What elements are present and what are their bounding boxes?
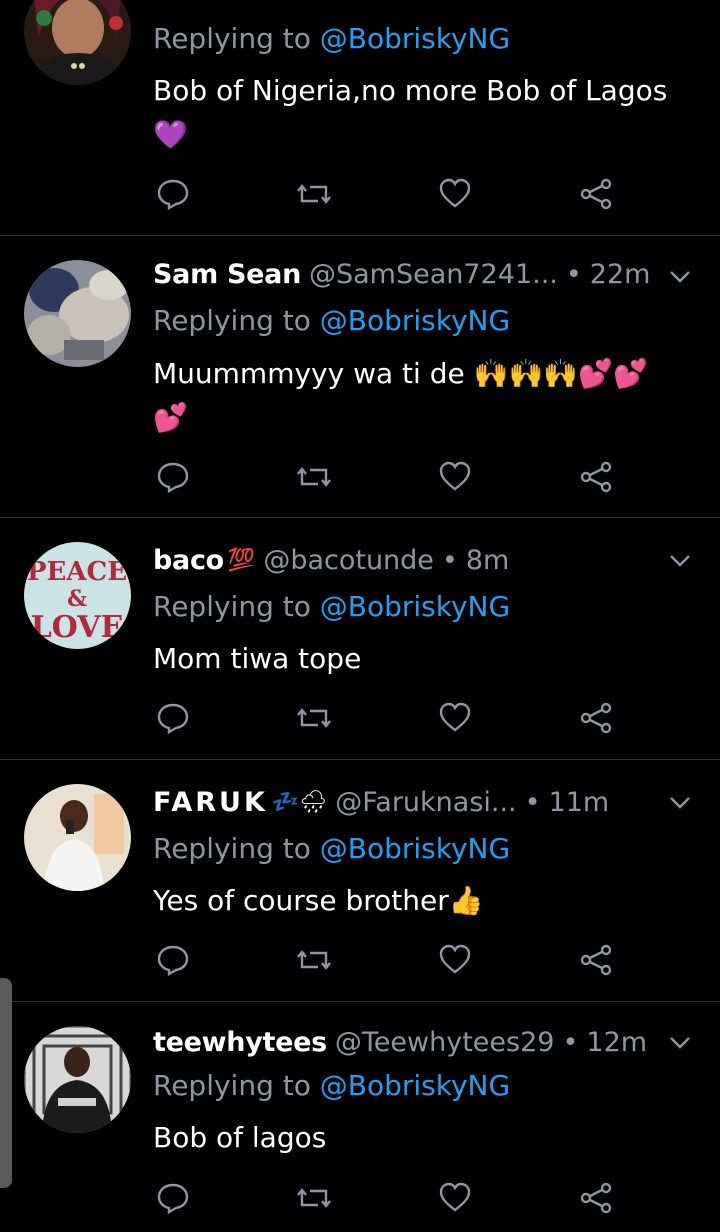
separator-dot: • [441, 544, 458, 576]
reply-icon[interactable] [153, 698, 193, 738]
share-icon[interactable] [576, 1178, 616, 1218]
tweet-actions [153, 940, 623, 980]
tweet-actions [153, 1178, 623, 1218]
timestamp[interactable]: 11m [549, 787, 610, 818]
timestamp[interactable]: 22m [590, 259, 651, 290]
replying-to: Replying to @BobriskyNG [153, 304, 511, 337]
separator-dot: • [565, 258, 582, 290]
name-emoji: 💯 [227, 547, 256, 573]
avatar[interactable] [24, 784, 131, 891]
tweet-actions [153, 174, 623, 214]
share-icon[interactable] [576, 457, 616, 497]
reply-icon[interactable] [153, 1178, 193, 1218]
tweet-text: Bob of lagos [153, 1121, 327, 1154]
display-name[interactable]: baco [153, 545, 224, 576]
separator-dot: • [524, 786, 541, 818]
handle[interactable]: @Faruknasi... [335, 787, 516, 818]
retweet-icon[interactable] [294, 1178, 334, 1218]
reply-icon[interactable] [153, 940, 193, 980]
tweet-text: Mom tiwa tope [153, 642, 362, 675]
share-icon[interactable] [576, 174, 616, 214]
display-name[interactable]: teewhytees [153, 1027, 327, 1058]
tweet-text: Yes of course brother👍 [153, 884, 484, 917]
share-icon[interactable] [576, 940, 616, 980]
tweet-text: Muummmyyy wa ti de 🙌🙌🙌💕💕 💕 [153, 357, 648, 434]
avatar[interactable] [24, 1026, 131, 1133]
display-name[interactable]: Sam Sean [153, 259, 301, 290]
tweet-2[interactable]: PEACE & LOVE baco 💯 @bacotunde • 8m Repl… [0, 518, 720, 760]
replying-to: Replying to @BobriskyNG [153, 1069, 511, 1102]
tweet-header: Sam Sean @SamSean7241... • 22m [153, 256, 696, 292]
mention-link[interactable]: @BobriskyNG [320, 1069, 510, 1102]
mention-link[interactable]: @BobriskyNG [320, 590, 510, 623]
tweet-3[interactable]: FARUK 💤🌧 @Faruknasi... • 11m Replying to… [0, 760, 720, 1002]
avatar[interactable]: PEACE & LOVE [24, 542, 131, 649]
like-icon[interactable] [435, 940, 475, 980]
edge-panel-handle[interactable] [0, 978, 12, 1188]
tweet-header: FARUK 💤🌧 @Faruknasi... • 11m [153, 784, 696, 820]
reply-icon[interactable] [153, 457, 193, 497]
avatar-amp-text: & [67, 586, 87, 612]
name-emoji: 💤🌧 [271, 789, 328, 815]
tweet-text: Bob of Nigeria,no more Bob of Lagos 💜 [153, 74, 668, 151]
avatar-love-text: LOVE [31, 610, 124, 645]
separator-dot: • [562, 1026, 579, 1058]
retweet-icon[interactable] [294, 174, 334, 214]
mention-link[interactable]: @BobriskyNG [320, 304, 510, 337]
mention-link[interactable]: @BobriskyNG [320, 22, 510, 55]
replying-to: Replying to @BobriskyNG [153, 22, 511, 55]
mention-link[interactable]: @BobriskyNG [320, 832, 510, 865]
tweet-header: baco 💯 @bacotunde • 8m [153, 542, 696, 578]
tweet-header: teewhytees @Teewhytees29 • 12m [153, 1024, 696, 1060]
retweet-icon[interactable] [294, 457, 334, 497]
avatar[interactable] [24, 0, 131, 85]
retweet-icon[interactable] [294, 940, 334, 980]
avatar[interactable] [24, 260, 131, 367]
chevron-down-icon[interactable] [668, 790, 692, 814]
timestamp[interactable]: 8m [466, 545, 509, 576]
retweet-icon[interactable] [294, 698, 334, 738]
reply-icon[interactable] [153, 174, 193, 214]
tweet-actions [153, 698, 623, 738]
timestamp[interactable]: 12m [586, 1027, 647, 1058]
chevron-down-icon[interactable] [668, 548, 692, 572]
chevron-down-icon[interactable] [668, 1030, 692, 1054]
tweet-1[interactable]: Sam Sean @SamSean7241... • 22m Replying … [0, 236, 720, 518]
like-icon[interactable] [435, 174, 475, 214]
handle[interactable]: @Teewhytees29 [335, 1027, 555, 1058]
tweet-0[interactable]: Replying to @BobriskyNG Bob of Nigeria,n… [0, 0, 720, 236]
handle[interactable]: @SamSean7241... [309, 259, 558, 290]
avatar-peace-text: PEACE [27, 557, 127, 587]
like-icon[interactable] [435, 1178, 475, 1218]
like-icon[interactable] [435, 698, 475, 738]
chevron-down-icon[interactable] [668, 264, 692, 288]
display-name[interactable]: FARUK [153, 787, 268, 818]
handle[interactable]: @bacotunde [263, 545, 434, 576]
tweet-actions [153, 457, 623, 497]
share-icon[interactable] [576, 698, 616, 738]
like-icon[interactable] [435, 457, 475, 497]
tweet-4[interactable]: teewhytees @Teewhytees29 • 12m Replying … [0, 1002, 720, 1232]
replying-to: Replying to @BobriskyNG [153, 590, 511, 623]
replying-to: Replying to @BobriskyNG [153, 832, 511, 865]
